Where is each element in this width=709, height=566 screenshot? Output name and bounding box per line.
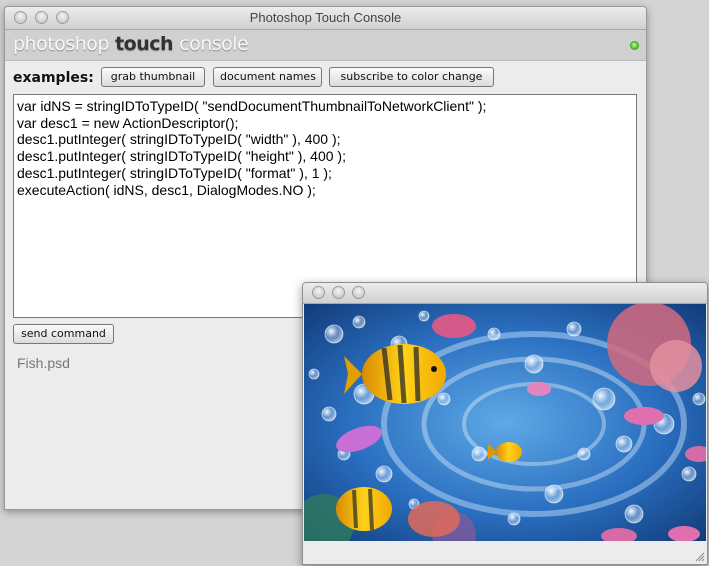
code-line: desc1.putInteger( stringIDToTypeID( "wid… (17, 131, 341, 148)
console-titlebar[interactable]: Photoshop Touch Console (5, 7, 646, 30)
code-line: desc1.putInteger( stringIDToTypeID( "for… (17, 164, 332, 181)
document-filename: Fish.psd (17, 355, 70, 371)
send-command-button[interactable]: send command (13, 324, 114, 344)
grab-thumbnail-button[interactable]: grab thumbnail (101, 67, 205, 87)
code-line: executeAction( idNS, desc1, DialogModes.… (17, 181, 316, 198)
code-line: var idNS = stringIDToTypeID( "sendDocume… (17, 98, 487, 114)
close-window-icon[interactable] (312, 286, 325, 299)
document-names-button[interactable]: document names (213, 67, 322, 87)
fish-thumbnail-image (304, 304, 706, 541)
zoom-window-icon[interactable] (352, 286, 365, 299)
code-line: desc1.putInteger( stringIDToTypeID( "hei… (17, 148, 346, 165)
window-title: Photoshop Touch Console (249, 10, 402, 25)
resize-grip-icon[interactable] (694, 551, 705, 562)
logo-suffix: console (179, 33, 249, 55)
brand-bar: photoshop touch console (5, 30, 646, 61)
minimize-window-icon[interactable] (332, 286, 345, 299)
thumbnail-titlebar[interactable] (303, 283, 707, 304)
connection-status-icon (630, 41, 639, 50)
app-logo: photoshop touch console (13, 33, 249, 55)
logo-prefix: photoshop (13, 33, 109, 55)
examples-label: examples: (13, 70, 94, 86)
thumbnail-window (302, 282, 708, 565)
logo-middle: touch (115, 33, 174, 55)
code-line: var desc1 = new ActionDescriptor(); (17, 114, 239, 131)
subscribe-color-change-button[interactable]: subscribe to color change (329, 67, 494, 87)
